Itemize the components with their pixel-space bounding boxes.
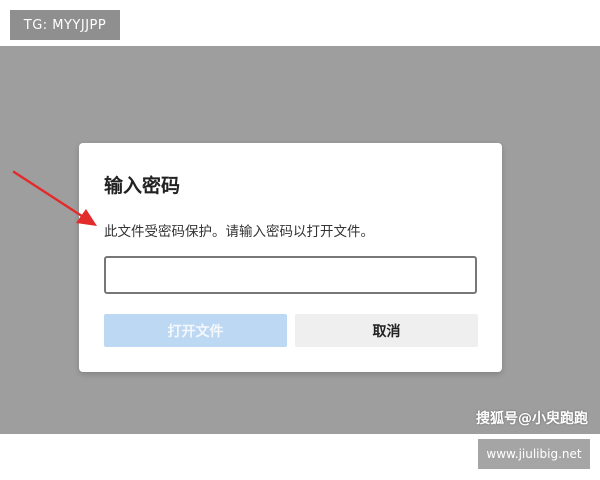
dialog-title: 输入密码	[104, 175, 181, 197]
dialog-message: 此文件受密码保护。请输入密码以打开文件。	[104, 224, 374, 240]
sohu-watermark: 搜狐号@小臾跑跑	[476, 411, 588, 427]
screenshot-canvas: TG: MYYJJPP 输入密码 此文件受密码保护。请输入密码以打开文件。 打开…	[0, 0, 600, 480]
site-watermark: www.jiulibig.net	[478, 439, 590, 469]
password-dialog: 输入密码 此文件受密码保护。请输入密码以打开文件。 打开文件 取消	[79, 143, 502, 372]
overlay-tag: TG: MYYJJPP	[10, 10, 120, 40]
password-input[interactable]	[104, 256, 477, 294]
cancel-button[interactable]: 取消	[295, 314, 478, 347]
open-file-button[interactable]: 打开文件	[104, 314, 287, 347]
